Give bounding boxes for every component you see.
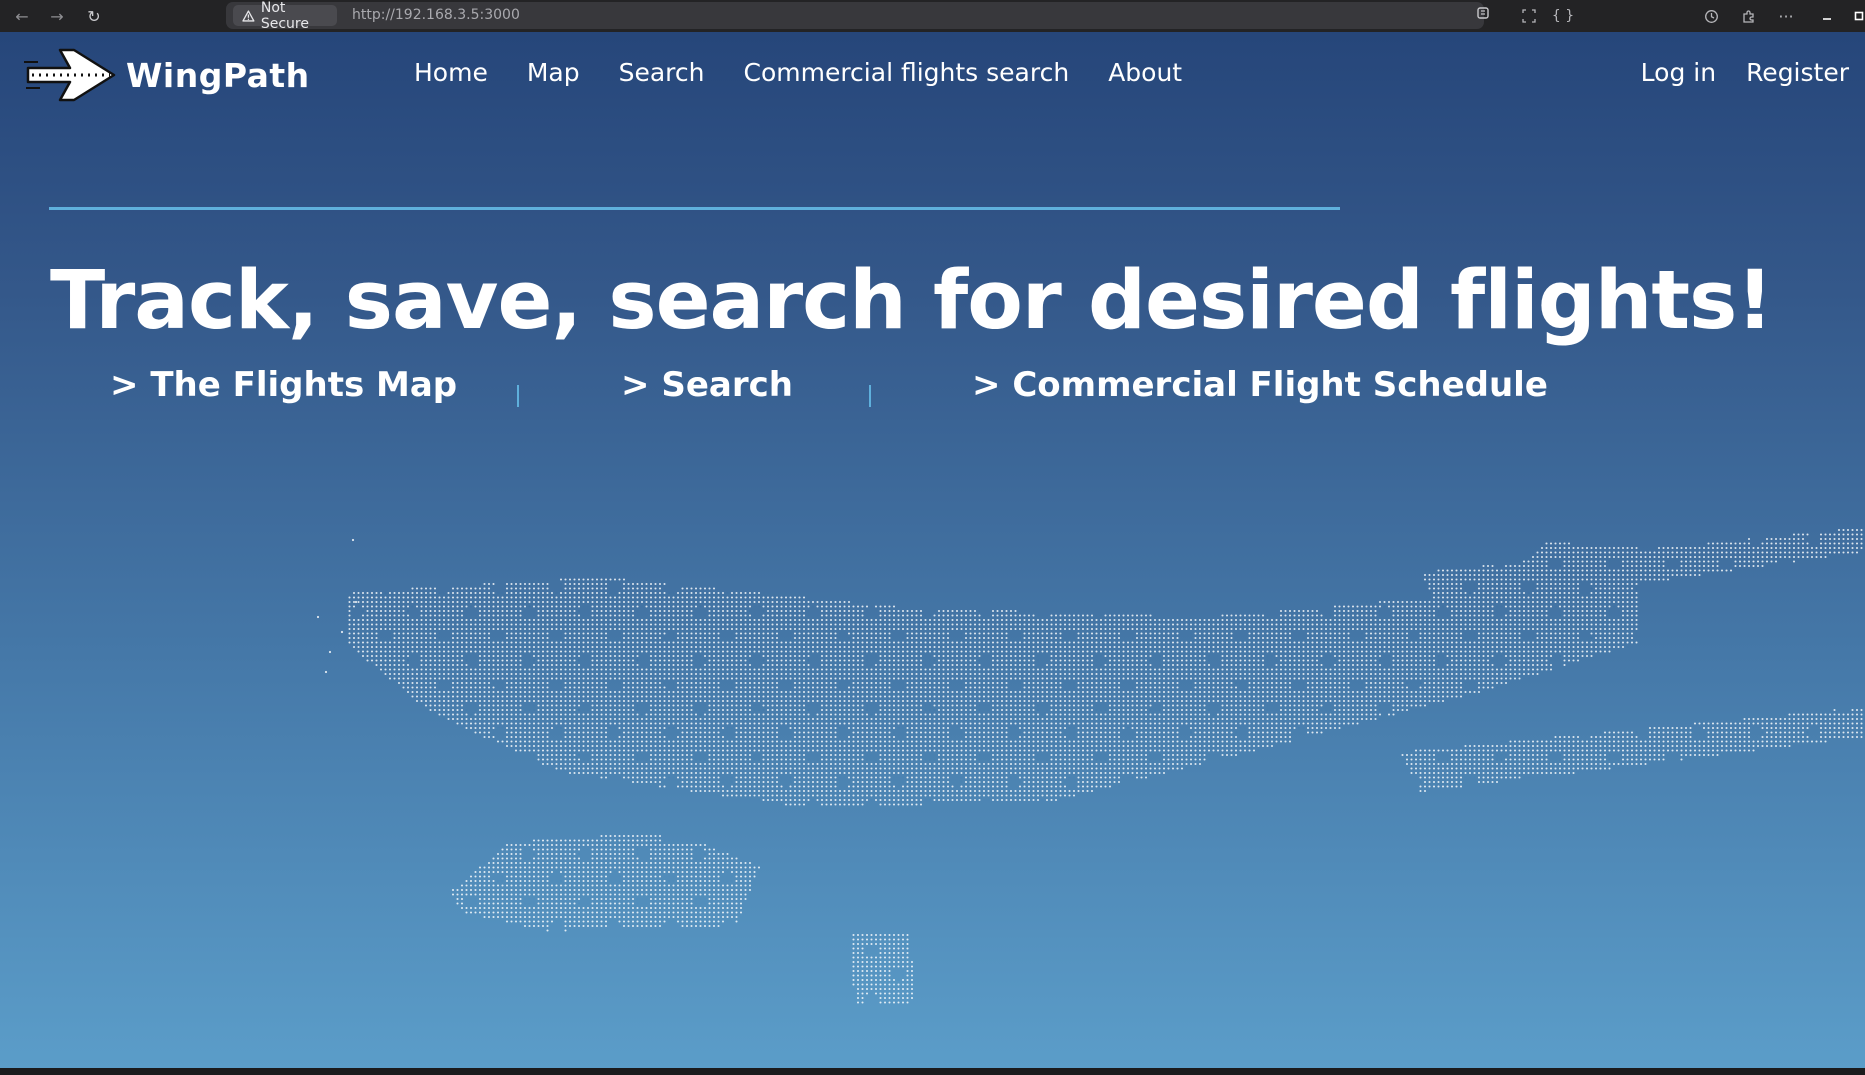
login-link[interactable]: Log in	[1641, 58, 1716, 87]
braces-icon[interactable]: { }	[1552, 5, 1574, 27]
screenshot-icon[interactable]	[1518, 5, 1540, 27]
reader-icon[interactable]	[1472, 2, 1494, 24]
more-icon[interactable]: ···	[1775, 5, 1797, 27]
search-link[interactable]: > Search	[621, 365, 793, 405]
commercial-flight-schedule-link[interactable]: > Commercial Flight Schedule	[972, 365, 1548, 405]
url-host: http://192.168.3.5	[352, 7, 480, 23]
brand-name: WingPath	[126, 55, 310, 95]
dotted-airplane-illustration	[316, 528, 1863, 1004]
arrow-right-icon[interactable]: →	[45, 4, 69, 28]
link-separator	[517, 385, 519, 407]
security-indicator[interactable]: Not Secure	[233, 0, 337, 32]
brand-logo[interactable]: WingPath	[24, 46, 310, 104]
maximize-icon[interactable]	[1848, 5, 1865, 27]
link-separator	[869, 385, 871, 407]
register-link[interactable]: Register	[1746, 58, 1849, 87]
nav-map[interactable]: Map	[527, 58, 580, 87]
hero-divider	[49, 207, 1340, 210]
puzzle-icon[interactable]	[1737, 5, 1759, 27]
window-bottom-edge	[0, 1068, 1865, 1075]
page-viewport: WingPath Home Map Search Commercial flig…	[0, 32, 1865, 1068]
nav-about[interactable]: About	[1108, 58, 1182, 87]
security-label: Not Secure	[260, 0, 309, 32]
hero-quick-links: > The Flights Map > Search > Commercial …	[0, 365, 1865, 415]
url-text[interactable]: http://192.168.3.5:3000	[352, 7, 520, 23]
auth-links: Log in Register	[1641, 58, 1849, 87]
minimize-icon[interactable]	[1816, 5, 1838, 27]
nav-home[interactable]: Home	[414, 58, 488, 87]
reload-icon[interactable]: ↻	[82, 4, 106, 28]
address-bar[interactable]: Not Secure http://192.168.3.5:3000	[226, 0, 1489, 32]
airplane-logo-icon	[24, 48, 116, 102]
hero-headline: Track, save, search for desired flights!	[50, 254, 1773, 348]
browser-toolbar: ← → ↻ Not Secure http://192.168.3.5:3000…	[0, 0, 1865, 32]
arrow-left-icon[interactable]: ←	[10, 4, 34, 28]
url-port: :3000	[479, 7, 520, 23]
history-icon[interactable]	[1700, 5, 1722, 27]
warning-triangle-icon	[242, 9, 255, 22]
flights-map-link[interactable]: > The Flights Map	[110, 365, 457, 405]
nav-search[interactable]: Search	[619, 58, 705, 87]
main-nav: Home Map Search Commercial flights searc…	[414, 58, 1182, 87]
nav-commercial-flights-search[interactable]: Commercial flights search	[743, 58, 1069, 87]
